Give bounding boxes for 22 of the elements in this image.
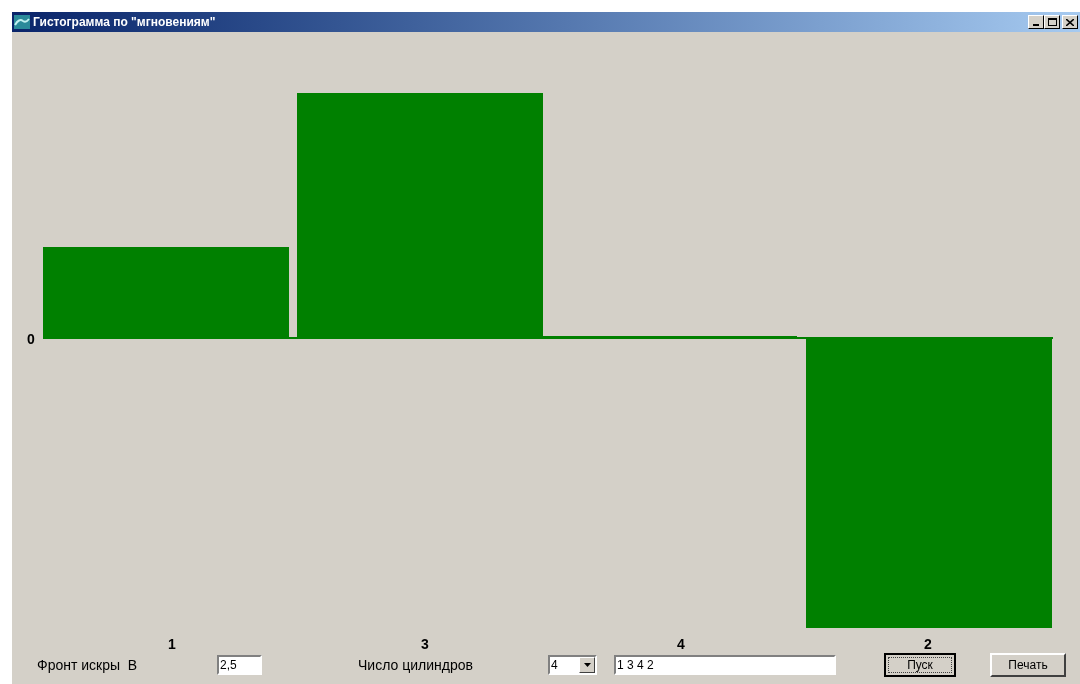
caret-icon <box>583 663 591 667</box>
window-title: Гистограмма по "мгновениям" <box>33 16 216 28</box>
dropdown[interactable]: 4 <box>548 655 597 675</box>
maximize-button[interactable] <box>1044 15 1060 29</box>
category-label: 2 <box>924 635 932 654</box>
maximize-icon <box>1047 18 1057 26</box>
dropdown-arrow-button[interactable] <box>579 657 595 673</box>
minimize-button[interactable] <box>1028 15 1044 29</box>
close-button[interactable] <box>1062 15 1078 29</box>
field-label: Число цилиндров <box>358 655 474 675</box>
action-button[interactable]: Пуск <box>884 653 956 677</box>
input-field[interactable]: 1 3 4 2 <box>614 655 836 675</box>
field-label: Фронт искры В <box>37 655 139 675</box>
category-label: 3 <box>421 635 429 654</box>
input-field[interactable]: 2,5 <box>217 655 262 675</box>
action-button[interactable]: Печать <box>990 653 1066 677</box>
minimize-icon <box>1033 24 1039 26</box>
category-label: 1 <box>168 635 176 654</box>
close-icon <box>1066 18 1074 26</box>
category-label: 4 <box>677 635 685 654</box>
app-icon <box>14 15 30 29</box>
axis-label: 0 <box>27 330 35 349</box>
